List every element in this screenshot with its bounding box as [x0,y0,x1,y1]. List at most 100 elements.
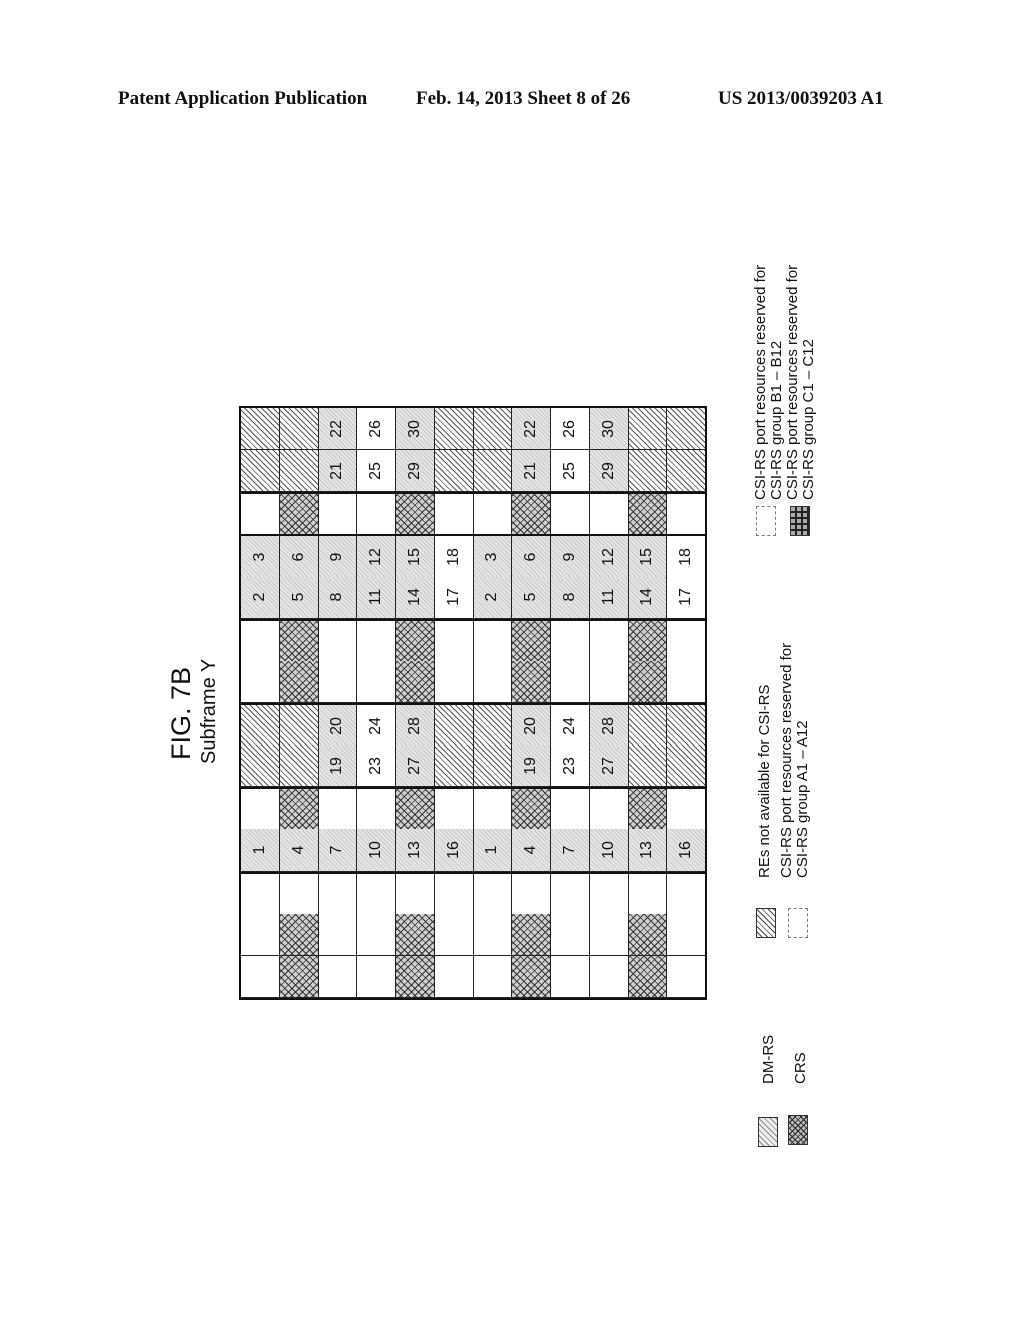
grid-cell [589,955,629,998]
grid-cell-csi-rs: 21 [512,450,551,493]
grid-cell [667,789,705,832]
grid-cell [357,873,396,916]
legend-a-group-line2: CSI-RS group A1 – A12 [794,720,811,878]
grid-cell-number: 21 [328,461,346,480]
grid-cell [357,913,396,956]
grid-cell-number: 26 [560,419,578,438]
grid-cell-csi-rs: 5 [279,576,319,619]
grid-cell [589,913,629,956]
grid-cell-unavailable [279,450,319,493]
grid-cell-csi-rs: 7 [551,829,590,872]
grid-cell-crs [279,789,319,832]
grid-cell-number: 3 [483,552,501,562]
grid-cell-csi-rs: 20 [512,705,551,748]
grid-cell-unavailable [667,450,705,493]
grid-cell-crs [396,620,435,663]
grid-cell-number: 22 [522,419,540,438]
grid-cell-crs [512,913,551,956]
grid-strip [241,955,705,998]
grid-cell [318,955,358,998]
figure-title: FIG. 7B [166,666,196,760]
grid-cell [318,494,358,537]
grid-cell-csi-rs: 3 [473,536,513,579]
grid-cell [357,955,396,998]
resource-grid: 22 26 30 22 26 30 21 25 29 21 25 29 3 6 9 12 15 18 3 6 9 12 15… [239,406,707,1000]
grid-cell-unavailable [279,408,319,451]
grid-cell-number: 13 [405,841,423,859]
grid-cell [279,873,319,916]
grid-cell [434,913,474,956]
publication-date-sheet: Feb. 14, 2013 Sheet 8 of 26 [416,88,631,109]
grid-cell-number: 27 [599,756,617,775]
legend-swatch-crs [788,1115,808,1145]
grid-cell-number: 8 [328,592,346,602]
grid-cell-number: 2 [483,592,501,602]
grid-cell [473,660,513,703]
publication-label: Patent Application Publication [118,88,368,109]
grid-cell-number: 5 [289,592,307,602]
grid-cell-crs [279,913,319,956]
grid-cell-number: 5 [522,592,540,602]
grid-cell-csi-rs: 28 [589,705,629,748]
grid-cell-number: 18 [444,548,462,566]
grid-cell [318,873,358,916]
grid-cell-csi-rs: 15 [628,536,668,579]
grid-cell-unavailable [473,705,513,748]
grid-cell-csi-rs: 3 [241,536,280,579]
grid-cell-crs [279,494,319,537]
legend-dmrs: DM-RS [760,1034,777,1084]
grid-cell-number: 24 [560,716,578,735]
grid-cell-csi-rs: 22 [318,408,358,451]
grid-cell-unavailable [241,705,280,748]
grid-strip [241,618,705,663]
grid-cell-number: 13 [638,841,656,859]
grid-cell [551,660,590,703]
grid-strip: 22 26 30 22 26 30 [241,408,705,451]
grid-cell-number: 17 [677,588,695,607]
grid-cell [434,873,474,916]
grid-cell: 18 [434,536,474,579]
grid-cell [318,660,358,703]
grid-cell-crs [512,660,551,703]
grid-cell-csi-rs: 11 [357,576,396,619]
legend-swatch-a-group [788,908,808,938]
grid-cell [434,620,474,663]
grid-cell [589,789,629,832]
grid-strip: 2 5 8 11 14 17 2 5 8 11 14 17 [241,576,705,619]
grid-strip [241,492,705,537]
grid-cell-number: 25 [560,461,578,480]
grid-cell-number: 11 [599,588,617,606]
grid-cell-number: 20 [328,716,346,735]
grid-cell [318,913,358,956]
grid-cell-number: 1 [250,845,268,855]
grid-cell-csi-rs: 14 [396,576,435,619]
grid-cell-unavailable [667,705,705,748]
grid-cell-number: 21 [522,461,540,480]
grid-cell-csi-rs: 8 [551,576,590,619]
grid-cell-number: 20 [522,716,540,735]
grid-cell-crs [396,955,435,998]
legend-not-available: REs not available for CSI-RS [756,684,773,878]
grid-cell-unavailable [434,705,474,748]
grid-cell-number: 19 [522,756,540,775]
grid-cell [434,494,474,537]
grid-cell-unavailable [628,705,668,748]
grid-cell [318,789,358,832]
grid-cell-number: 14 [638,588,656,607]
grid-cell [318,620,358,663]
grid-cell-csi-rs: 1 [241,829,280,872]
legend-swatch-not-available [756,908,776,938]
grid-cell-csi-rs: 16 [667,829,705,872]
grid-cell-crs [628,494,668,537]
publication-number: US 2013/0039203 A1 [718,88,884,109]
figure-subtitle: Subframe Y [198,658,220,764]
legend-crs: CRS [792,1052,809,1084]
grid-cell-csi-rs: 12 [589,536,629,579]
grid-cell-unavailable [628,408,668,451]
grid-cell-csi-rs: 14 [628,576,668,619]
legend-c-group-line1: CSI-RS port resources reserved for [784,264,801,500]
grid-cell-crs [628,955,668,998]
grid-cell-unavailable [241,745,280,788]
grid-cell [589,660,629,703]
grid-strip [241,913,705,956]
